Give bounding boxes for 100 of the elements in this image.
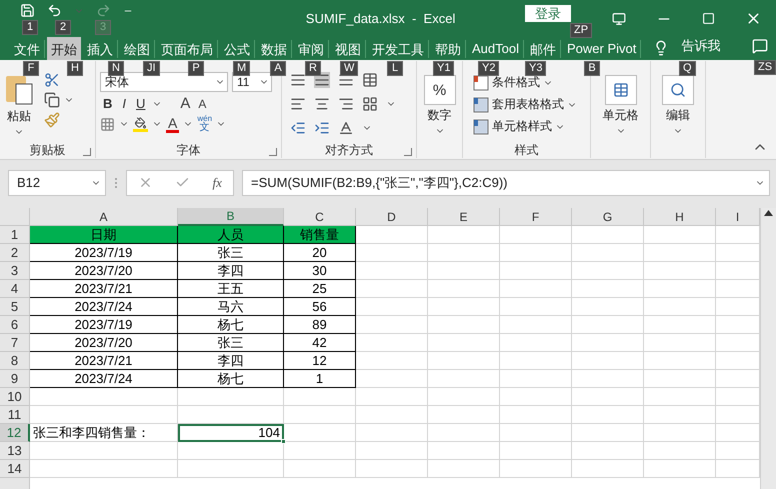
cell[interactable]: 20 [284, 244, 356, 262]
cell[interactable]: 张三和李四销售量： [30, 424, 178, 442]
editing-label[interactable]: 编辑 [666, 107, 690, 124]
formula-field[interactable]: =SUM(SUMIF(B2:B9,{"张三","李四"},C2:C9)) [242, 170, 770, 196]
tell-me-field[interactable]: 告诉我 [681, 37, 720, 60]
cell[interactable]: 25 [284, 280, 356, 298]
row-header[interactable]: 11 [0, 406, 30, 424]
column-header[interactable]: E [428, 208, 500, 226]
keytip-tooltip: H [67, 61, 83, 76]
cell[interactable]: 2023/7/20 [30, 334, 178, 352]
insert-function-button[interactable]: fx [212, 174, 222, 190]
column-header[interactable]: D [356, 208, 428, 226]
cell[interactable]: 2023/7/19 [30, 244, 178, 262]
ribbon-tab[interactable]: 文件 [10, 40, 45, 58]
row-header[interactable]: 2 [0, 244, 30, 262]
cell[interactable]: 人员 [178, 226, 284, 244]
keytip-tooltip: M [233, 61, 250, 76]
keytip-tooltip: Q [679, 61, 696, 76]
cell[interactable]: 2023/7/21 [30, 352, 178, 370]
cell[interactable]: 李四 [178, 262, 284, 280]
column-header[interactable]: I [716, 208, 760, 226]
row-header[interactable]: 1 [0, 226, 30, 244]
cell[interactable]: 89 [284, 316, 356, 334]
window-title: SUMIF_data.xlsx - Excel [306, 11, 456, 26]
keytip-tooltip: R [305, 61, 321, 76]
cell[interactable]: 张三 [178, 244, 284, 262]
italic-button[interactable]: I [119, 96, 130, 111]
row-header[interactable]: 6 [0, 316, 30, 334]
ribbon-tab[interactable]: 视图 [331, 40, 366, 58]
row-header[interactable]: 8 [0, 352, 30, 370]
style-menu-button[interactable]: 单元格样式 [473, 118, 586, 135]
keytip-tooltip: A [270, 61, 286, 76]
column-header[interactable]: A [30, 208, 178, 226]
ribbon-tab[interactable]: 公式 [220, 40, 255, 58]
cell[interactable]: 销售量 [284, 226, 356, 244]
group-label: 剪贴板 [28, 142, 66, 158]
keytip-tooltip: ZS [754, 60, 776, 75]
grow-font-button[interactable]: A [178, 96, 192, 111]
row-header[interactable]: 3 [0, 262, 30, 280]
row-header[interactable]: 13 [0, 442, 30, 460]
column-header[interactable]: H [644, 208, 716, 226]
ribbon-tab[interactable]: 邮件 [526, 40, 561, 58]
name-box[interactable]: B12 [8, 170, 106, 196]
cell[interactable]: 2023/7/20 [30, 262, 178, 280]
cell[interactable]: 42 [284, 334, 356, 352]
ribbon-tab[interactable]: 审阅 [294, 40, 329, 58]
cell[interactable]: 2023/7/19 [30, 316, 178, 334]
row-header[interactable]: 7 [0, 334, 30, 352]
ribbon-tab[interactable]: 数据 [257, 40, 292, 58]
ribbon-tab[interactable]: 页面布局 [157, 40, 218, 58]
bold-button[interactable]: B [100, 96, 116, 111]
keytip-tooltip: 1 [22, 20, 38, 35]
column-header[interactable]: C [284, 208, 356, 226]
row-header[interactable]: 10 [0, 388, 30, 406]
group-label: 样式 [514, 142, 540, 158]
cell[interactable]: 2023/7/24 [30, 298, 178, 316]
login-button[interactable]: 登录 [524, 5, 571, 22]
cell[interactable]: 张三 [178, 334, 284, 352]
group-label: 对齐方式 [324, 142, 374, 158]
cell[interactable]: 王五 [178, 280, 284, 298]
ribbon-tab[interactable]: AudTool [468, 40, 524, 58]
row-header[interactable]: 12 [0, 424, 30, 442]
underline-button[interactable]: U [133, 96, 148, 111]
cell[interactable]: 日期 [30, 226, 178, 244]
font-color-button[interactable]: A [166, 116, 180, 132]
cell[interactable]: 1 [284, 370, 356, 388]
cell[interactable]: 2023/7/21 [30, 280, 178, 298]
active-cell[interactable]: 104 [178, 424, 284, 442]
cell[interactable]: 30 [284, 262, 356, 280]
ribbon-tab[interactable]: Power Pivot [562, 40, 642, 58]
shrink-font-button[interactable]: A [196, 98, 208, 110]
font-name-field[interactable]: 宋体 [100, 72, 228, 92]
cell[interactable]: 56 [284, 298, 356, 316]
ribbon-tab[interactable]: 帮助 [431, 40, 466, 58]
paste-label[interactable]: 粘贴 [7, 108, 31, 125]
cell[interactable]: 杨七 [178, 370, 284, 388]
column-header[interactable]: B [178, 208, 284, 226]
ribbon-tab[interactable]: 开始 [47, 37, 81, 60]
cell[interactable]: 杨七 [178, 316, 284, 334]
row-header[interactable]: 4 [0, 280, 30, 298]
font-size-field[interactable]: 11 [232, 72, 272, 92]
ribbon-tab[interactable]: 绘图 [120, 40, 155, 58]
column-header[interactable]: F [500, 208, 572, 226]
ribbon-tab[interactable]: 开发工具 [368, 40, 429, 58]
row-header[interactable]: 14 [0, 460, 30, 478]
cells-label[interactable]: 单元格 [602, 107, 638, 124]
cell[interactable]: 2023/7/24 [30, 370, 178, 388]
phonetic-button[interactable]: wén 文 [197, 115, 212, 133]
keytip-tooltip: 3 [95, 20, 111, 35]
column-header[interactable]: G [572, 208, 644, 226]
number-format-button[interactable]: % [424, 75, 456, 105]
cell[interactable]: 李四 [178, 352, 284, 370]
number-label[interactable]: 数字 [428, 107, 452, 124]
keytip-tooltip: F [23, 61, 39, 76]
row-header[interactable]: 5 [0, 298, 30, 316]
row-header[interactable]: 9 [0, 370, 30, 388]
style-menu-button[interactable]: 套用表格格式 [473, 96, 586, 113]
cell[interactable]: 12 [284, 352, 356, 370]
ribbon-tab[interactable]: 插入 [83, 40, 118, 58]
cell[interactable]: 马六 [178, 298, 284, 316]
